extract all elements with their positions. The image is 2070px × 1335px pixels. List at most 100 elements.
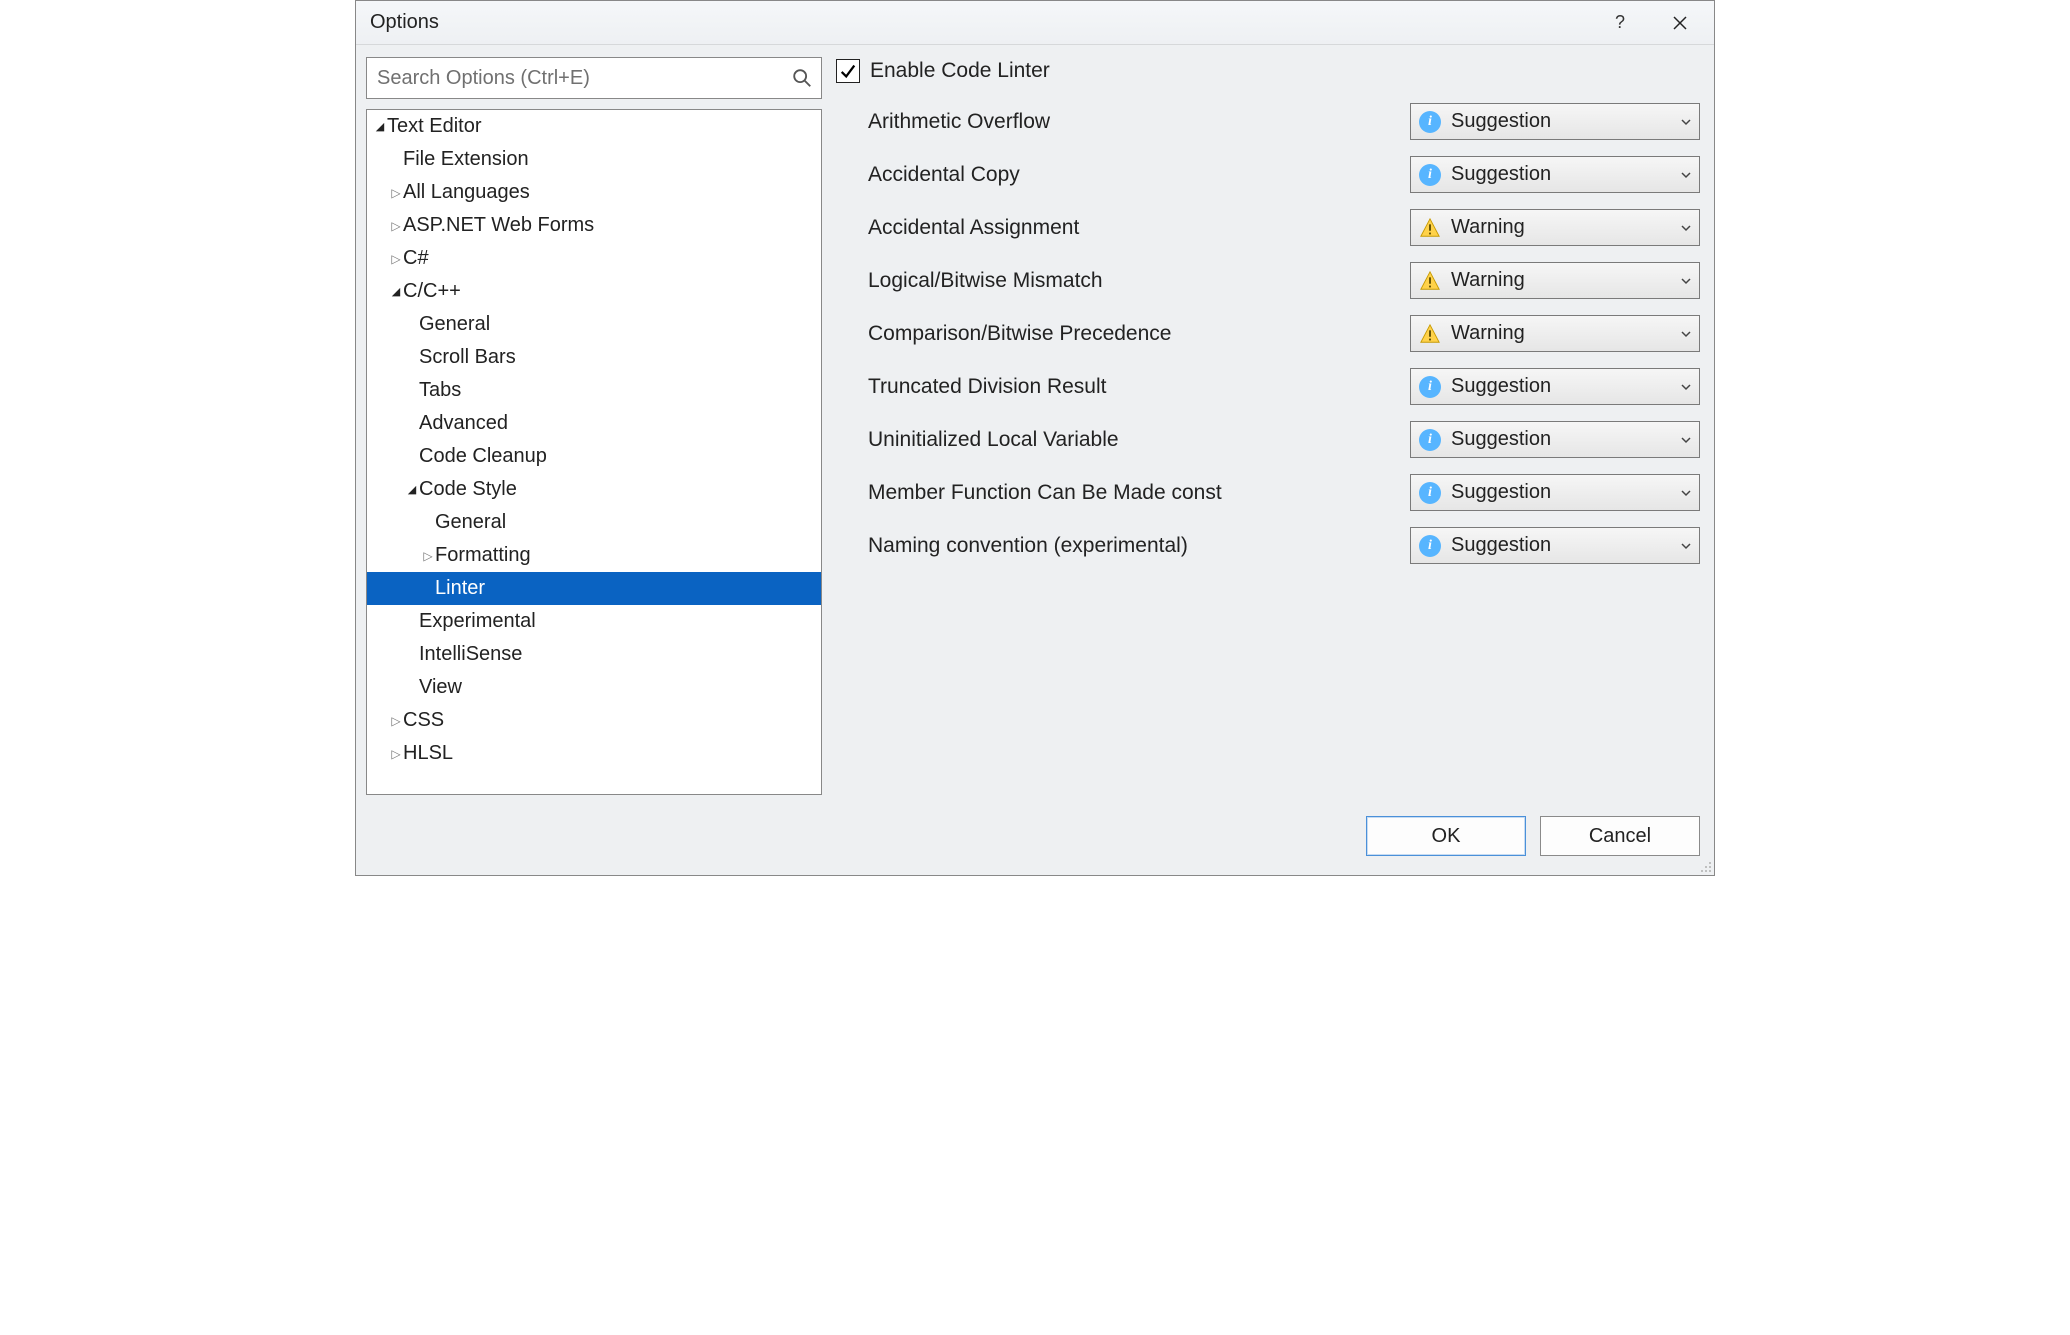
dialog-footer: OK Cancel — [356, 807, 1714, 875]
help-button[interactable]: ? — [1590, 1, 1650, 45]
tree-arrow-collapsed-icon[interactable]: ▷ — [389, 252, 403, 266]
close-button[interactable] — [1650, 1, 1710, 45]
tree-arrow-collapsed-icon[interactable]: ▷ — [389, 186, 403, 200]
tree-arrow-spacer — [421, 581, 435, 596]
severity-value: Warning — [1451, 269, 1669, 292]
severity-select[interactable]: Suggestion — [1410, 421, 1700, 458]
tree-item[interactable]: ▷C# — [367, 242, 821, 275]
linter-rule-row: Accidental Copy Suggestion — [868, 148, 1700, 201]
tree-item[interactable]: View — [367, 671, 821, 704]
tree-item-label: Experimental — [419, 610, 536, 633]
severity-value: Warning — [1451, 322, 1669, 345]
tree-arrow-collapsed-icon[interactable]: ▷ — [389, 219, 403, 233]
tree-item[interactable]: Scroll Bars — [367, 341, 821, 374]
tree-item[interactable]: ◢C/C++ — [367, 275, 821, 308]
linter-rule-label: Accidental Copy — [868, 163, 1020, 187]
severity-select[interactable]: Warning — [1410, 315, 1700, 352]
linter-rule-row: Member Function Can Be Made const Suggest… — [868, 466, 1700, 519]
severity-select[interactable]: Suggestion — [1410, 527, 1700, 564]
tree-arrow-spacer — [405, 317, 419, 332]
chevron-down-icon — [1679, 434, 1693, 446]
tree-arrow-spacer — [421, 515, 435, 530]
search-box[interactable] — [366, 57, 822, 99]
severity-select[interactable]: Suggestion — [1410, 368, 1700, 405]
warning-icon — [1419, 270, 1441, 292]
linter-rule-row: Logical/Bitwise MismatchWarning — [868, 254, 1700, 307]
tree-item[interactable]: Code Cleanup — [367, 440, 821, 473]
tree-item-label: All Languages — [403, 181, 530, 204]
info-icon — [1419, 111, 1441, 133]
tree-arrow-expanded-icon[interactable]: ◢ — [405, 483, 419, 496]
right-column: Enable Code Linter Arithmetic OverflowSu… — [834, 57, 1700, 795]
tree-item-label: Linter — [435, 577, 485, 600]
linter-rules: Arithmetic OverflowSuggestionAccidental … — [834, 95, 1700, 572]
ok-button[interactable]: OK — [1366, 816, 1526, 856]
tree-item[interactable]: ▷CSS — [367, 704, 821, 737]
resize-grip-icon[interactable] — [1696, 857, 1712, 873]
tree-item[interactable]: General — [367, 308, 821, 341]
tree-item[interactable]: General — [367, 506, 821, 539]
tree-arrow-collapsed-icon[interactable]: ▷ — [389, 747, 403, 761]
linter-rule-label: Comparison/Bitwise Precedence — [868, 322, 1171, 346]
info-icon — [1419, 376, 1441, 398]
tree-item-label: View — [419, 676, 462, 699]
tree-item[interactable]: ◢Text Editor — [367, 110, 821, 143]
tree-item[interactable]: ▷ASP.NET Web Forms — [367, 209, 821, 242]
severity-select[interactable]: Suggestion — [1410, 156, 1700, 193]
linter-rule-label: Accidental Assignment — [868, 216, 1079, 240]
tree-item-label: C/C++ — [403, 280, 461, 303]
tree-arrow-collapsed-icon[interactable]: ▷ — [389, 714, 403, 728]
tree-item-label: General — [435, 511, 506, 534]
tree-item[interactable]: ▷HLSL — [367, 737, 821, 770]
tree-arrow-expanded-icon[interactable]: ◢ — [373, 120, 387, 133]
cancel-button[interactable]: Cancel — [1540, 816, 1700, 856]
tree-item[interactable]: ▷Formatting — [367, 539, 821, 572]
chevron-down-icon — [1679, 116, 1693, 128]
tree-item-label: General — [419, 313, 490, 336]
tree-item[interactable]: Experimental — [367, 605, 821, 638]
tree-item[interactable]: Linter — [367, 572, 821, 605]
severity-select[interactable]: Warning — [1410, 262, 1700, 299]
chevron-down-icon — [1679, 169, 1693, 181]
tree-item-label: Tabs — [419, 379, 461, 402]
tree-item-label: File Extension — [403, 148, 529, 171]
tree-arrow-collapsed-icon[interactable]: ▷ — [421, 549, 435, 563]
tree-arrow-expanded-icon[interactable]: ◢ — [389, 285, 403, 298]
info-icon — [1419, 482, 1441, 504]
titlebar: Options ? — [356, 1, 1714, 45]
linter-rule-label: Uninitialized Local Variable — [868, 428, 1119, 452]
tree-item-label: Advanced — [419, 412, 508, 435]
tree-item[interactable]: IntelliSense — [367, 638, 821, 671]
chevron-down-icon — [1679, 275, 1693, 287]
tree-item-label: Code Cleanup — [419, 445, 547, 468]
severity-value: Suggestion — [1451, 110, 1669, 133]
tree-item-label: CSS — [403, 709, 444, 732]
severity-value: Suggestion — [1451, 534, 1669, 557]
info-icon — [1419, 164, 1441, 186]
severity-select[interactable]: Warning — [1410, 209, 1700, 246]
tree-item[interactable]: ▷All Languages — [367, 176, 821, 209]
tree-arrow-spacer — [405, 614, 419, 629]
warning-icon — [1419, 323, 1441, 345]
severity-select[interactable]: Suggestion — [1410, 474, 1700, 511]
tree-arrow-spacer — [405, 647, 419, 662]
tree-item-label: HLSL — [403, 742, 453, 765]
linter-rule-row: Comparison/Bitwise Precedence Warning — [868, 307, 1700, 360]
tree-item[interactable]: Advanced — [367, 407, 821, 440]
options-tree[interactable]: ◢Text Editor File Extension▷All Language… — [366, 109, 822, 795]
severity-value: Suggestion — [1451, 375, 1669, 398]
tree-arrow-spacer — [405, 383, 419, 398]
search-input[interactable] — [377, 67, 791, 90]
linter-rule-label: Member Function Can Be Made const — [868, 481, 1222, 505]
linter-rule-label: Truncated Division Result — [868, 375, 1107, 399]
severity-select[interactable]: Suggestion — [1410, 103, 1700, 140]
tree-item[interactable]: Tabs — [367, 374, 821, 407]
enable-linter-checkbox[interactable] — [836, 59, 860, 83]
severity-value: Warning — [1451, 216, 1669, 239]
tree-item[interactable]: ◢Code Style — [367, 473, 821, 506]
tree-item[interactable]: File Extension — [367, 143, 821, 176]
linter-rule-row: Naming convention (experimental)Suggesti… — [868, 519, 1700, 572]
help-icon: ? — [1615, 12, 1625, 33]
cancel-button-label: Cancel — [1589, 825, 1651, 848]
info-icon — [1419, 535, 1441, 557]
